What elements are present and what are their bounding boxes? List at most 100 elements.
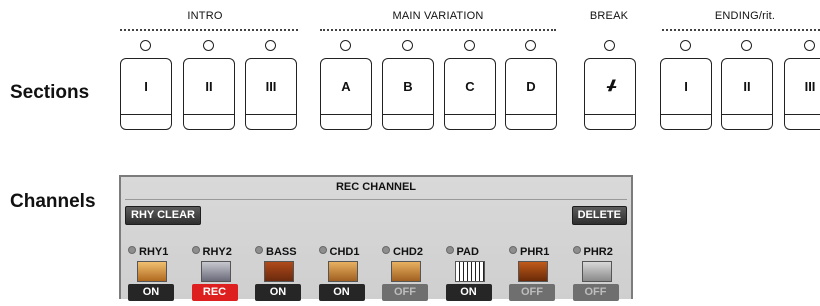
channel-name-label: RHY2 xyxy=(202,246,232,258)
channel-led-icon xyxy=(128,246,136,254)
channel-state-button[interactable]: OFF xyxy=(572,284,619,301)
channel-name: RHY2 xyxy=(191,246,238,259)
section-button-label: I xyxy=(684,79,688,94)
section-button[interactable]: I xyxy=(120,58,172,130)
section-button[interactable]: II xyxy=(183,58,235,130)
channel-chd2[interactable]: CHD2 OFF xyxy=(382,246,428,306)
channel-chd1[interactable]: CHD1 ON xyxy=(318,246,365,306)
violin-icon xyxy=(518,261,548,282)
channel-led-icon xyxy=(255,246,263,254)
section-button-face: III xyxy=(246,59,296,115)
section-button[interactable]: III xyxy=(245,58,297,130)
group-title-main-variation: MAIN VARIATION xyxy=(392,10,484,22)
section-button-label: A xyxy=(341,79,351,94)
channel-led-icon xyxy=(382,246,390,254)
group-title-break: BREAK xyxy=(589,10,629,22)
section-button[interactable]: III xyxy=(784,58,820,130)
group-title-intro: INTRO xyxy=(187,10,223,22)
delete-button[interactable]: DELETE xyxy=(571,206,627,225)
section-lamp xyxy=(265,40,276,51)
bass-guitar-icon xyxy=(264,261,294,282)
channel-name-label: RHY1 xyxy=(139,246,169,258)
channel-name-label: BASS xyxy=(266,246,297,258)
channel-name-label: PHR1 xyxy=(520,246,550,258)
channel-led-icon xyxy=(318,246,327,254)
channel-name: BASS xyxy=(255,246,301,259)
group-divider-ending xyxy=(662,29,820,31)
channel-rhy1[interactable]: RHY1 ON xyxy=(128,246,174,306)
channel-pad[interactable]: PAD ON xyxy=(445,246,492,306)
section-button-label: II xyxy=(743,79,751,94)
rhy-clear-button[interactable]: RHY CLEAR xyxy=(125,206,201,225)
section-button-face: II xyxy=(184,59,234,115)
section-button-face: II xyxy=(722,59,772,115)
section-button-face: I xyxy=(121,59,171,115)
channel-led-icon xyxy=(509,246,517,254)
section-lamp xyxy=(402,40,413,51)
section-button-label: -//- xyxy=(606,77,616,95)
section-lamp xyxy=(525,40,536,51)
section-button-label: I xyxy=(144,79,148,94)
section-button-label: C xyxy=(465,79,475,94)
section-button[interactable]: -//- xyxy=(584,58,636,130)
channel-name: CHD1 xyxy=(318,246,365,259)
rec-channel-panel: REC CHANNEL RHY CLEAR DELETE RHY1 ON RHY2 R… xyxy=(119,175,633,301)
channel-bass[interactable]: BASS ON xyxy=(255,246,301,306)
keyboard-icon xyxy=(454,261,485,282)
section-button-label: II xyxy=(205,79,213,94)
channel-state-button[interactable]: ON xyxy=(255,284,301,301)
sections-label: Sections xyxy=(10,82,90,103)
channel-name: PAD xyxy=(445,246,492,259)
section-lamp xyxy=(203,40,214,51)
section-button[interactable]: D xyxy=(505,58,557,130)
group-title-ending: ENDING/rit. xyxy=(714,10,776,22)
channel-name-label: CHD2 xyxy=(393,246,423,258)
section-button[interactable]: A xyxy=(320,58,372,130)
channel-state-button[interactable]: ON xyxy=(318,284,365,301)
channel-name: PHR1 xyxy=(509,246,555,259)
section-button[interactable]: C xyxy=(444,58,496,130)
channel-name: PHR2 xyxy=(572,246,619,259)
section-lamp xyxy=(464,40,475,51)
channel-name-label: PAD xyxy=(456,246,479,258)
section-button-face: -//- xyxy=(585,59,635,115)
channel-name: CHD2 xyxy=(382,246,428,259)
channel-state-button[interactable]: REC xyxy=(191,284,238,301)
section-button-label: III xyxy=(804,79,816,94)
section-button-face: A xyxy=(321,59,371,115)
channel-state-button[interactable]: OFF xyxy=(382,284,428,301)
section-button[interactable]: B xyxy=(382,58,434,130)
group-divider-intro xyxy=(120,29,298,31)
section-button[interactable]: I xyxy=(660,58,712,130)
channel-state-button[interactable]: OFF xyxy=(509,284,555,301)
channel-name-label: PHR2 xyxy=(583,246,613,258)
channel-name: RHY1 xyxy=(128,246,174,259)
channel-phr1[interactable]: PHR1 OFF xyxy=(509,246,555,306)
section-lamp xyxy=(140,40,151,51)
section-lamp xyxy=(340,40,351,51)
channel-rhy2[interactable]: RHY2 REC xyxy=(191,246,238,306)
panel-divider xyxy=(125,199,627,200)
panel-title: REC CHANNEL xyxy=(335,181,417,193)
channel-led-icon xyxy=(191,246,200,254)
section-button-face: D xyxy=(506,59,556,115)
channel-led-icon xyxy=(572,246,581,254)
channel-state-button[interactable]: ON xyxy=(445,284,492,301)
channel-state-button[interactable]: ON xyxy=(128,284,174,301)
channel-led-icon xyxy=(445,246,454,254)
acoustic-guitar-icon xyxy=(327,261,358,282)
section-button[interactable]: II xyxy=(721,58,773,130)
section-button-face: III xyxy=(785,59,820,115)
harp-icon xyxy=(581,261,612,282)
section-lamp xyxy=(741,40,752,51)
channels-label: Channels xyxy=(10,191,96,212)
section-button-label: B xyxy=(403,79,413,94)
drums-icon xyxy=(137,261,167,282)
section-lamp xyxy=(604,40,615,51)
group-divider-main-variation xyxy=(320,29,556,31)
channel-phr2[interactable]: PHR2 OFF xyxy=(572,246,619,306)
section-button-label: III xyxy=(265,79,277,94)
section-lamp xyxy=(804,40,815,51)
drum-kit-icon xyxy=(200,261,231,282)
channel-name-label: CHD1 xyxy=(329,246,360,258)
